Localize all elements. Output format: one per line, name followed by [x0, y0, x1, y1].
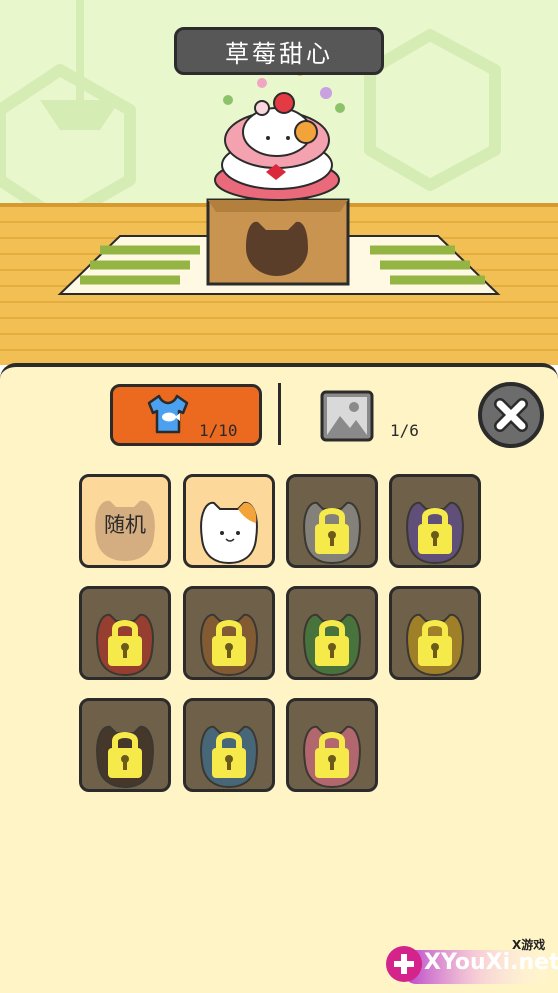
- preview-scene: 草莓甜心: [0, 0, 558, 365]
- skin-slot-bee-cat[interactable]: [389, 586, 481, 680]
- random-label: 随机: [104, 513, 146, 537]
- skin-slot-calico-cat[interactable]: [183, 474, 275, 568]
- watermark: X游戏 XYouXi.net: [384, 936, 558, 993]
- tab-divider: [278, 383, 281, 445]
- skin-slot-red-cat[interactable]: [79, 586, 171, 680]
- close-icon: [494, 398, 528, 432]
- watermark-text: XYouXi.net: [424, 950, 558, 975]
- skin-slot-random[interactable]: 随机: [79, 474, 171, 568]
- skin-slot-strawberry-cat[interactable]: [286, 698, 378, 792]
- close-button[interactable]: [478, 382, 544, 448]
- skin-slot-guard-cat[interactable]: [79, 698, 171, 792]
- strawberry-cat-character: [214, 68, 345, 201]
- tshirt-icon: [145, 393, 191, 439]
- background-count: 1/6: [390, 421, 419, 440]
- cardboard-box: [206, 198, 350, 286]
- tab-outfit[interactable]: 1/10: [110, 384, 262, 446]
- skin-slot-worker-cat[interactable]: [183, 698, 275, 792]
- skin-title: 草莓甜心: [174, 27, 384, 75]
- skin-slot-broccoli-cat[interactable]: [286, 586, 378, 680]
- outfit-count: 1/10: [199, 421, 238, 440]
- tab-background[interactable]: 1/6: [318, 388, 438, 446]
- picture-icon: [320, 390, 376, 446]
- skin-slot-detective-cat[interactable]: [183, 586, 275, 680]
- skin-slot-unicorn-cat[interactable]: [389, 474, 481, 568]
- skin-slot-astronaut-cat[interactable]: [286, 474, 378, 568]
